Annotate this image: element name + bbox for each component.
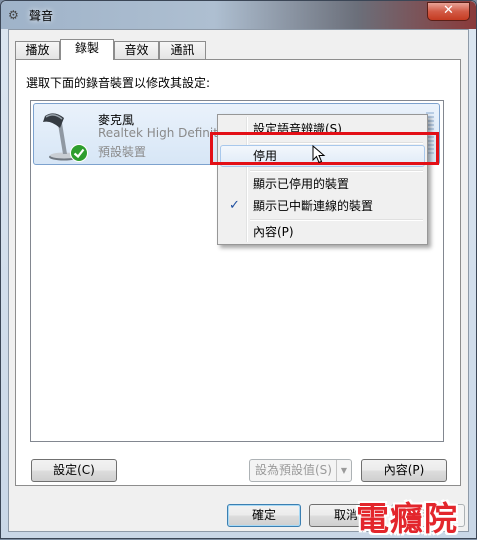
mouse-cursor-icon	[312, 145, 326, 164]
default-device-check-icon	[70, 144, 88, 162]
device-status: 預設裝置	[98, 145, 147, 159]
set-default-label: 設為預設值(S)	[255, 463, 332, 477]
tab-playback[interactable]: 播放	[15, 41, 60, 59]
menu-separator	[250, 170, 423, 172]
close-icon: ✕	[443, 3, 454, 18]
title-bar[interactable]: ⚙ 聲音 ✕	[1, 1, 476, 29]
instruction-text: 選取下面的錄音裝置以修改其設定:	[26, 76, 211, 90]
menu-item-label: 顯示已中斷連線的裝置	[253, 199, 374, 213]
menu-item-show-disconnected[interactable]: ✓ 顯示已中斷連線的裝置	[220, 195, 425, 217]
menu-item-show-disabled[interactable]: 顯示已停用的裝置	[220, 173, 425, 195]
menu-item-properties[interactable]: 內容(P)	[220, 221, 425, 243]
speaker-icon: ⚙	[8, 8, 19, 22]
properties-button[interactable]: 內容(P)	[361, 459, 447, 482]
tab-sounds[interactable]: 音效	[114, 41, 159, 59]
configure-button[interactable]: 設定(C)	[31, 459, 117, 482]
ok-button[interactable]: 確定	[227, 504, 301, 527]
watermark-logo: 電癮院	[356, 499, 458, 538]
checkmark-icon: ✓	[229, 198, 240, 213]
window-title: 聲音	[29, 9, 54, 23]
chevron-down-icon[interactable]: ▼	[336, 460, 351, 481]
set-default-button[interactable]: 設為預設值(S) ▼	[249, 459, 352, 482]
tab-communications[interactable]: 通訊	[159, 41, 206, 59]
close-button[interactable]: ✕	[427, 2, 470, 21]
sound-dialog: ⚙ 聲音 ✕ 播放 錄製 音效 通訊 選取下面的錄音裝置以修改其設定: 設定(C…	[0, 0, 477, 539]
tab-recording[interactable]: 錄製	[60, 39, 114, 60]
